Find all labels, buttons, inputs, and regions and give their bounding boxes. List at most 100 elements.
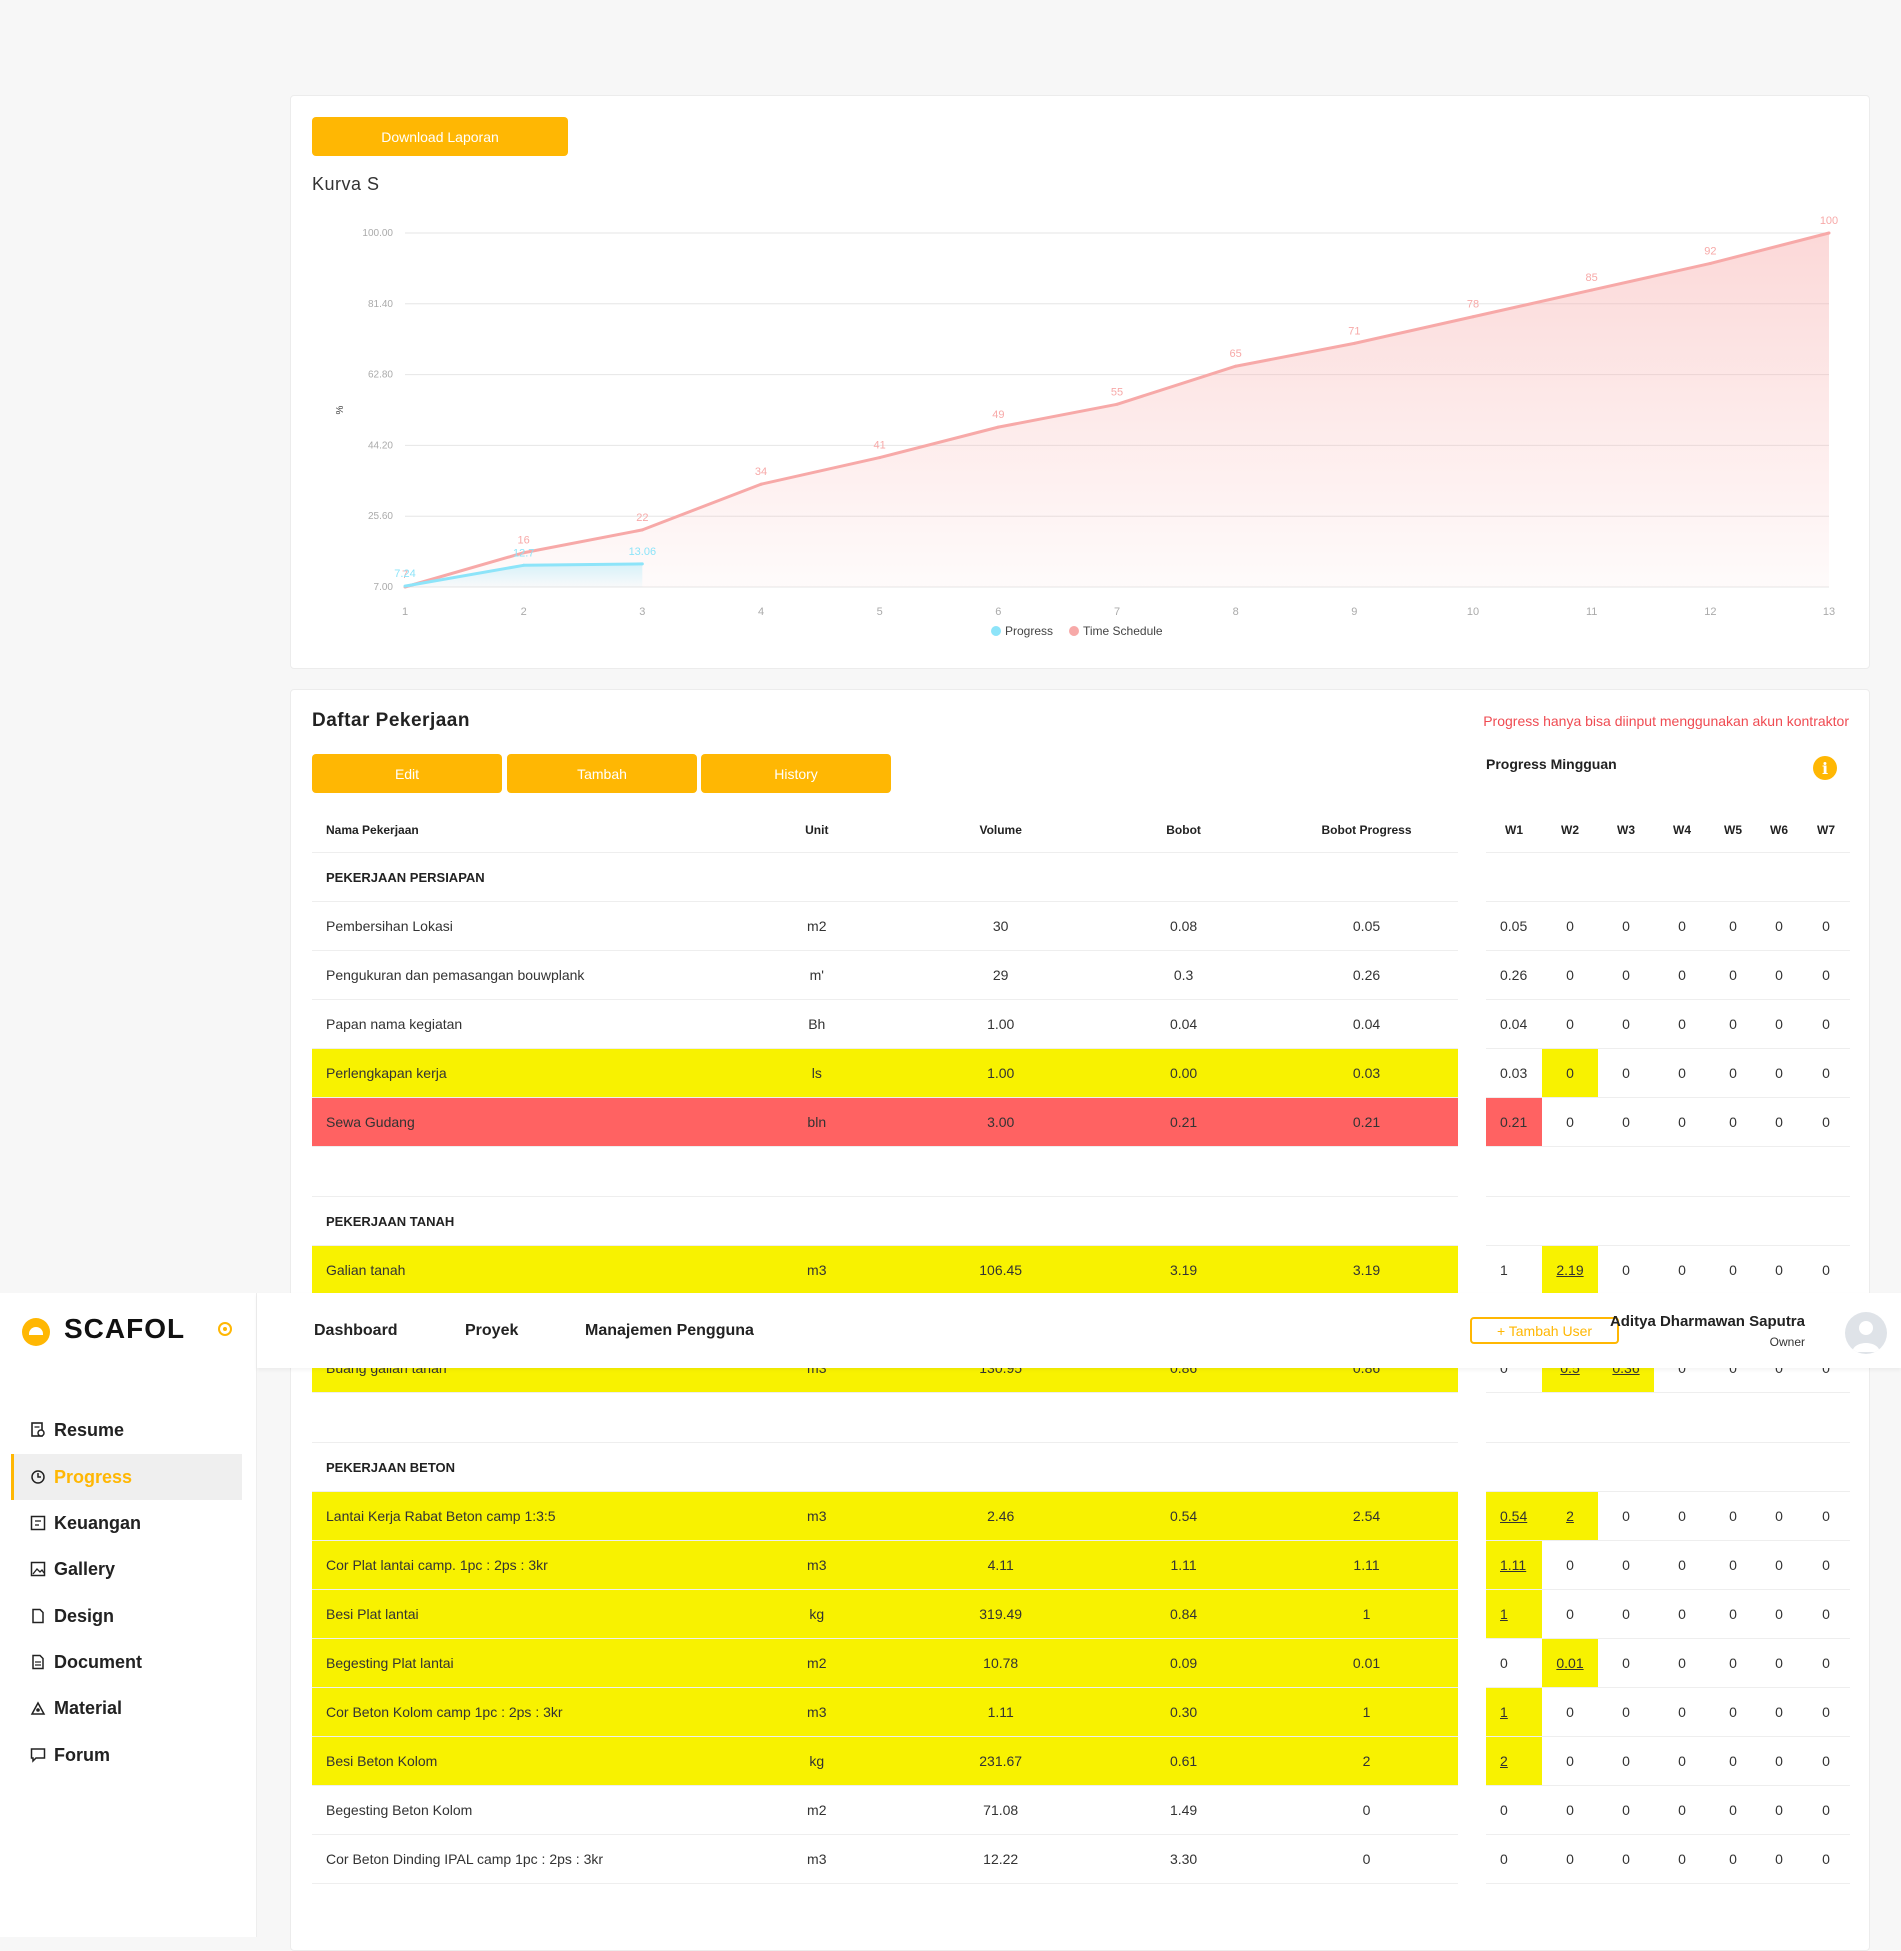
- week-2-header: W2: [1542, 807, 1598, 853]
- week-3-value: 0: [1598, 1638, 1654, 1688]
- week-7-value: 0: [1802, 999, 1850, 1049]
- job-bobot-progress: 0.01: [1275, 1638, 1458, 1688]
- week-1-value[interactable]: 1.11: [1486, 1540, 1542, 1590]
- data-label: 55: [1111, 386, 1123, 398]
- job-bobot-progress: 2: [1275, 1736, 1458, 1786]
- x-tick-label: 4: [758, 606, 764, 618]
- job-row: Begesting Plat lantai m2 10.78 0.09 0.01: [312, 1638, 1458, 1688]
- week-4-value: 0: [1654, 1736, 1710, 1786]
- sidebar-item-label: Progress: [54, 1466, 133, 1487]
- user-name: Aditya Dharmawan Saputra: [1609, 1313, 1805, 1330]
- job-volume: 71.08: [909, 1785, 1093, 1835]
- job-row: Sewa Gudang bln 3.00 0.21 0.21: [312, 1097, 1458, 1147]
- week-2-value[interactable]: 2.19: [1542, 1245, 1598, 1295]
- week-1-value[interactable]: 1: [1486, 1589, 1542, 1639]
- job-name: Papan nama kegiatan: [312, 999, 725, 1049]
- job-bobot-progress: 0: [1275, 1785, 1458, 1835]
- week-7-value: 0: [1802, 950, 1850, 1000]
- nav-dashboard[interactable]: Dashboard: [314, 1322, 398, 1340]
- weekly-table-header: W1 W2 W3 W4 W5 W6 W7: [1486, 807, 1850, 853]
- edit-button[interactable]: Edit: [312, 754, 502, 793]
- job-unit: m': [724, 950, 910, 1000]
- sidebar-item-material[interactable]: Material: [14, 1685, 242, 1731]
- week-2-value[interactable]: 2: [1542, 1491, 1598, 1541]
- x-tick-label: 6: [995, 606, 1001, 618]
- data-point: [1590, 288, 1594, 292]
- y-tick-label: 25.60: [368, 511, 393, 522]
- data-label: 34: [755, 466, 767, 478]
- nav-user-management[interactable]: Manajemen Pengguna: [585, 1322, 754, 1340]
- week-6-value: 0: [1756, 1589, 1802, 1639]
- y-tick-label: 100.00: [362, 228, 393, 239]
- weekly-spacer-cell: [1486, 1146, 1850, 1197]
- download-report-button[interactable]: Download Laporan: [312, 117, 568, 156]
- job-name: Cor Beton Dinding IPAL camp 1pc : 2ps : …: [312, 1834, 725, 1884]
- week-7-value: 0: [1802, 1687, 1850, 1737]
- data-label: 78: [1467, 299, 1479, 311]
- data-label: 13.06: [629, 546, 657, 558]
- nav-proyek[interactable]: Proyek: [465, 1322, 518, 1340]
- job-volume: 30: [909, 901, 1093, 951]
- week-2-value: 0: [1542, 1687, 1598, 1737]
- brand-name: SCAFOL: [64, 1313, 186, 1344]
- week-3-value: 0: [1598, 1834, 1654, 1884]
- sidebar-toggle-icon[interactable]: [218, 1322, 232, 1336]
- week-4-value: 0: [1654, 1491, 1710, 1541]
- week-2-value[interactable]: 0.01: [1542, 1638, 1598, 1688]
- avatar[interactable]: [1845, 1312, 1887, 1354]
- sidebar-item-resume[interactable]: Resume: [14, 1407, 242, 1453]
- finance-icon: [30, 1515, 46, 1531]
- sidebar-item-document[interactable]: Document: [14, 1639, 242, 1685]
- add-user-button[interactable]: + Tambah User: [1470, 1317, 1619, 1344]
- sidebar-item-label: Keuangan: [54, 1512, 142, 1533]
- week-1-value: 0: [1486, 1638, 1542, 1688]
- add-button[interactable]: Tambah: [507, 754, 697, 793]
- week-4-value: 0: [1654, 1638, 1710, 1688]
- weekly-group-row: [1486, 1442, 1850, 1492]
- job-bobot-progress: 0.26: [1275, 950, 1458, 1000]
- week-1-value[interactable]: 1: [1486, 1687, 1542, 1737]
- sidebar-item-keuangan[interactable]: Keuangan: [14, 1500, 242, 1546]
- job-unit: kg: [724, 1589, 910, 1639]
- week-2-value: 0: [1542, 1048, 1598, 1098]
- weekly-row: 0000000: [1486, 1785, 1850, 1835]
- chat-icon: [30, 1747, 46, 1763]
- week-2-value: 0: [1542, 1589, 1598, 1639]
- job-name: Galian tanah: [312, 1245, 725, 1295]
- week-4-header: W4: [1654, 807, 1710, 853]
- sidebar-item-progress[interactable]: Progress: [11, 1454, 242, 1500]
- weekly-row: 0.04 0 0 0 0 0 0: [1486, 999, 1850, 1049]
- sidebar-item-label: Material: [54, 1697, 123, 1718]
- week-1-value[interactable]: 2: [1486, 1736, 1542, 1786]
- weekly-row: 0.05 0 0 0 0 0 0: [1486, 901, 1850, 951]
- resume-icon: [30, 1422, 46, 1438]
- sidebar-item-forum[interactable]: Forum: [14, 1732, 242, 1778]
- job-unit: m3: [724, 1540, 910, 1590]
- week-5-value: 0: [1710, 1687, 1756, 1737]
- job-bobot-progress: 0: [1275, 1834, 1458, 1884]
- job-bobot: 0.21: [1092, 1097, 1276, 1147]
- week-7-value: 0: [1802, 1048, 1850, 1098]
- data-label: 71: [1348, 325, 1360, 337]
- job-row: Lantai Kerja Rabat Beton camp 1:3:5 m3 2.4…: [312, 1491, 1458, 1541]
- data-point: [1471, 315, 1475, 319]
- week-2-value: 0: [1542, 999, 1598, 1049]
- week-5-value: 0: [1710, 1834, 1756, 1884]
- job-volume: 106.45: [909, 1245, 1093, 1295]
- job-row: Cor Plat lantai camp. 1pc : 2ps : 3kr m3 4…: [312, 1540, 1458, 1590]
- history-button[interactable]: History: [701, 754, 891, 793]
- job-row: Pembersihan Lokasi m2 30 0.08 0.05: [312, 901, 1458, 951]
- weekly-row: 2000000: [1486, 1736, 1850, 1786]
- week-4-value: 0: [1654, 1245, 1710, 1295]
- job-row: Begesting Beton Kolom m2 71.08 1.49 0: [312, 1785, 1458, 1835]
- job-unit: m2: [724, 1638, 910, 1688]
- week-7-value: 0: [1802, 1736, 1850, 1786]
- y-axis-label: %: [335, 405, 346, 414]
- data-label: 85: [1586, 272, 1598, 284]
- week-1-value[interactable]: 0.54: [1486, 1491, 1542, 1541]
- sidebar-item-gallery[interactable]: Gallery: [14, 1546, 242, 1592]
- sidebar-item-design[interactable]: Design: [14, 1593, 242, 1639]
- job-volume: 10.78: [909, 1638, 1093, 1688]
- job-unit: ls: [724, 1048, 910, 1098]
- info-icon[interactable]: i: [1813, 756, 1837, 780]
